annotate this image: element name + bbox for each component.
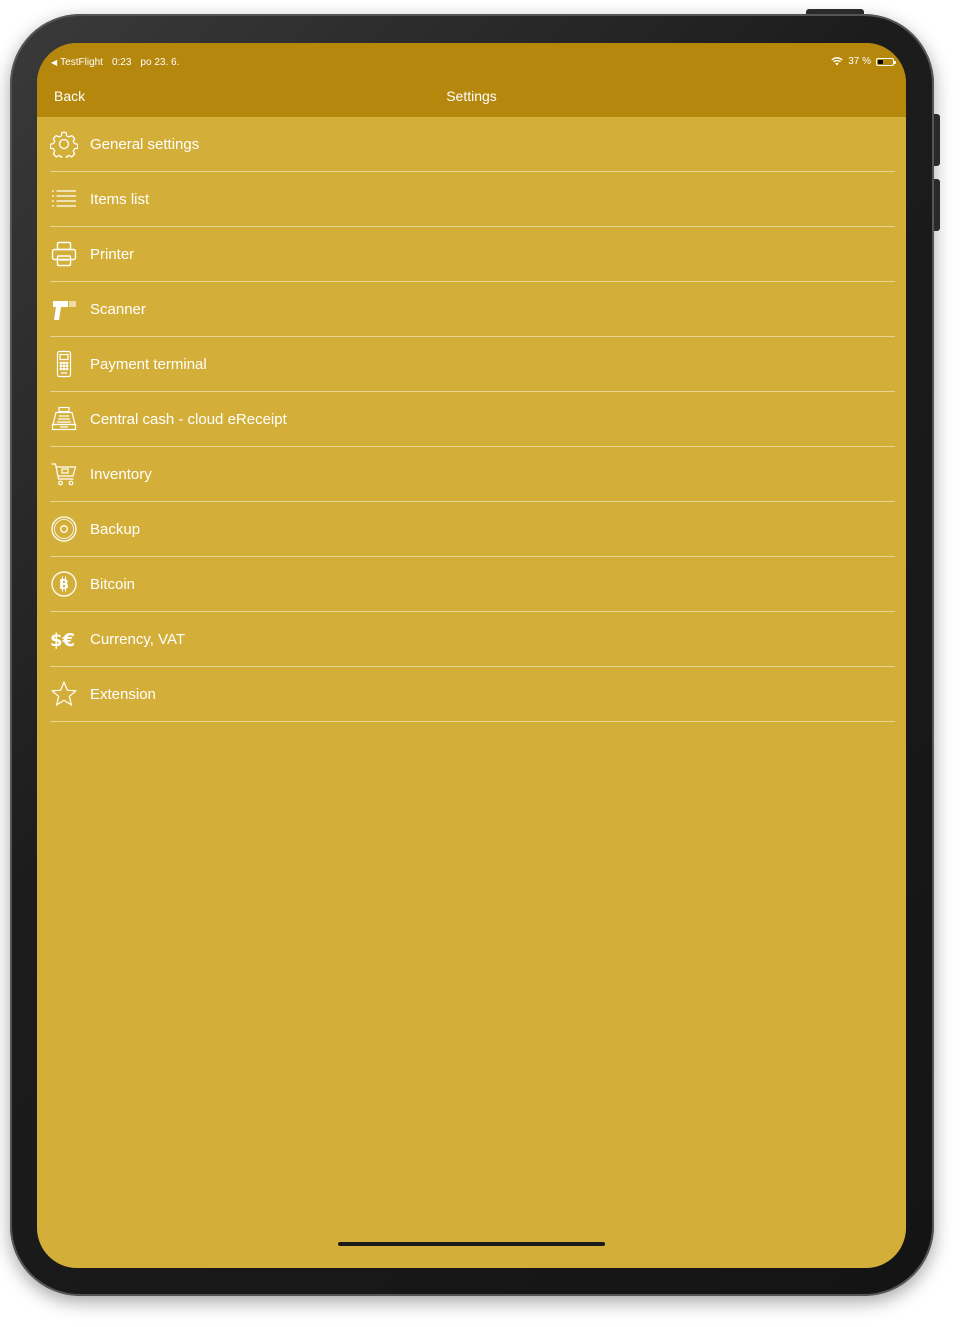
- settings-item-currency-vat[interactable]: $€ Currency, VAT: [50, 612, 895, 667]
- status-time: 0:23: [111, 57, 132, 68]
- settings-item-label: Central cash - cloud eReceipt: [90, 410, 287, 428]
- battery-icon: [876, 57, 896, 66]
- settings-item-inventory[interactable]: Inventory: [50, 447, 895, 502]
- settings-item-label: Currency, VAT: [90, 630, 186, 648]
- screen: ◀ TestFlight 0:23 po 23. 6. 37 % Back Se…: [37, 43, 906, 1268]
- svg-text:$€: $€: [50, 630, 75, 651]
- settings-item-general[interactable]: General settings: [50, 117, 895, 172]
- status-bar-left: ◀ TestFlight 0:23 po 23. 6.: [51, 57, 179, 68]
- status-bar-right: 37 %: [831, 56, 896, 67]
- settings-item-label: Payment terminal: [90, 355, 207, 373]
- bitcoin-icon: B: [50, 570, 78, 598]
- cash-register-icon: [50, 405, 78, 433]
- cart-icon: [50, 460, 78, 488]
- settings-item-label: Printer: [90, 245, 135, 263]
- star-icon: [50, 680, 78, 708]
- settings-item-central-cash[interactable]: Central cash - cloud eReceipt: [50, 392, 895, 447]
- back-to-app-label[interactable]: TestFlight: [60, 57, 103, 68]
- status-date: po 23. 6.: [140, 57, 180, 68]
- volume-up-button: [934, 114, 940, 166]
- settings-list: General settings Items list Printer Scan…: [50, 117, 895, 722]
- settings-item-label: Extension: [90, 685, 156, 703]
- disc-icon: [50, 515, 78, 543]
- scanner-icon: [50, 295, 78, 323]
- gear-icon: [50, 130, 78, 158]
- settings-item-label: Bitcoin: [90, 575, 136, 593]
- list-icon: [50, 185, 78, 213]
- wifi-icon: [831, 57, 843, 66]
- battery-percent: 37 %: [848, 56, 871, 67]
- svg-text:B: B: [59, 578, 69, 593]
- top-bar: ◀ TestFlight 0:23 po 23. 6. 37 % Back Se…: [37, 43, 906, 117]
- settings-item-scanner[interactable]: Scanner: [50, 282, 895, 337]
- top-button: [806, 9, 864, 14]
- settings-item-label: Inventory: [90, 465, 152, 483]
- back-to-app-icon[interactable]: ◀: [51, 58, 57, 67]
- settings-item-items-list[interactable]: Items list: [50, 172, 895, 227]
- settings-item-backup[interactable]: Backup: [50, 502, 895, 557]
- settings-item-payment-terminal[interactable]: Payment terminal: [50, 337, 895, 392]
- settings-item-label: Backup: [90, 520, 141, 538]
- printer-icon: [50, 240, 78, 268]
- page-title: Settings: [446, 88, 497, 104]
- settings-item-label: Items list: [90, 190, 150, 208]
- home-indicator[interactable]: [338, 1242, 605, 1246]
- settings-item-label: General settings: [90, 135, 200, 153]
- settings-item-label: Scanner: [90, 300, 146, 318]
- volume-down-button: [934, 179, 940, 231]
- settings-item-bitcoin[interactable]: B Bitcoin: [50, 557, 895, 612]
- settings-item-extension[interactable]: Extension: [50, 667, 895, 722]
- payment-terminal-icon: [50, 350, 78, 378]
- settings-item-printer[interactable]: Printer: [50, 227, 895, 282]
- currency-icon: $€: [50, 625, 78, 653]
